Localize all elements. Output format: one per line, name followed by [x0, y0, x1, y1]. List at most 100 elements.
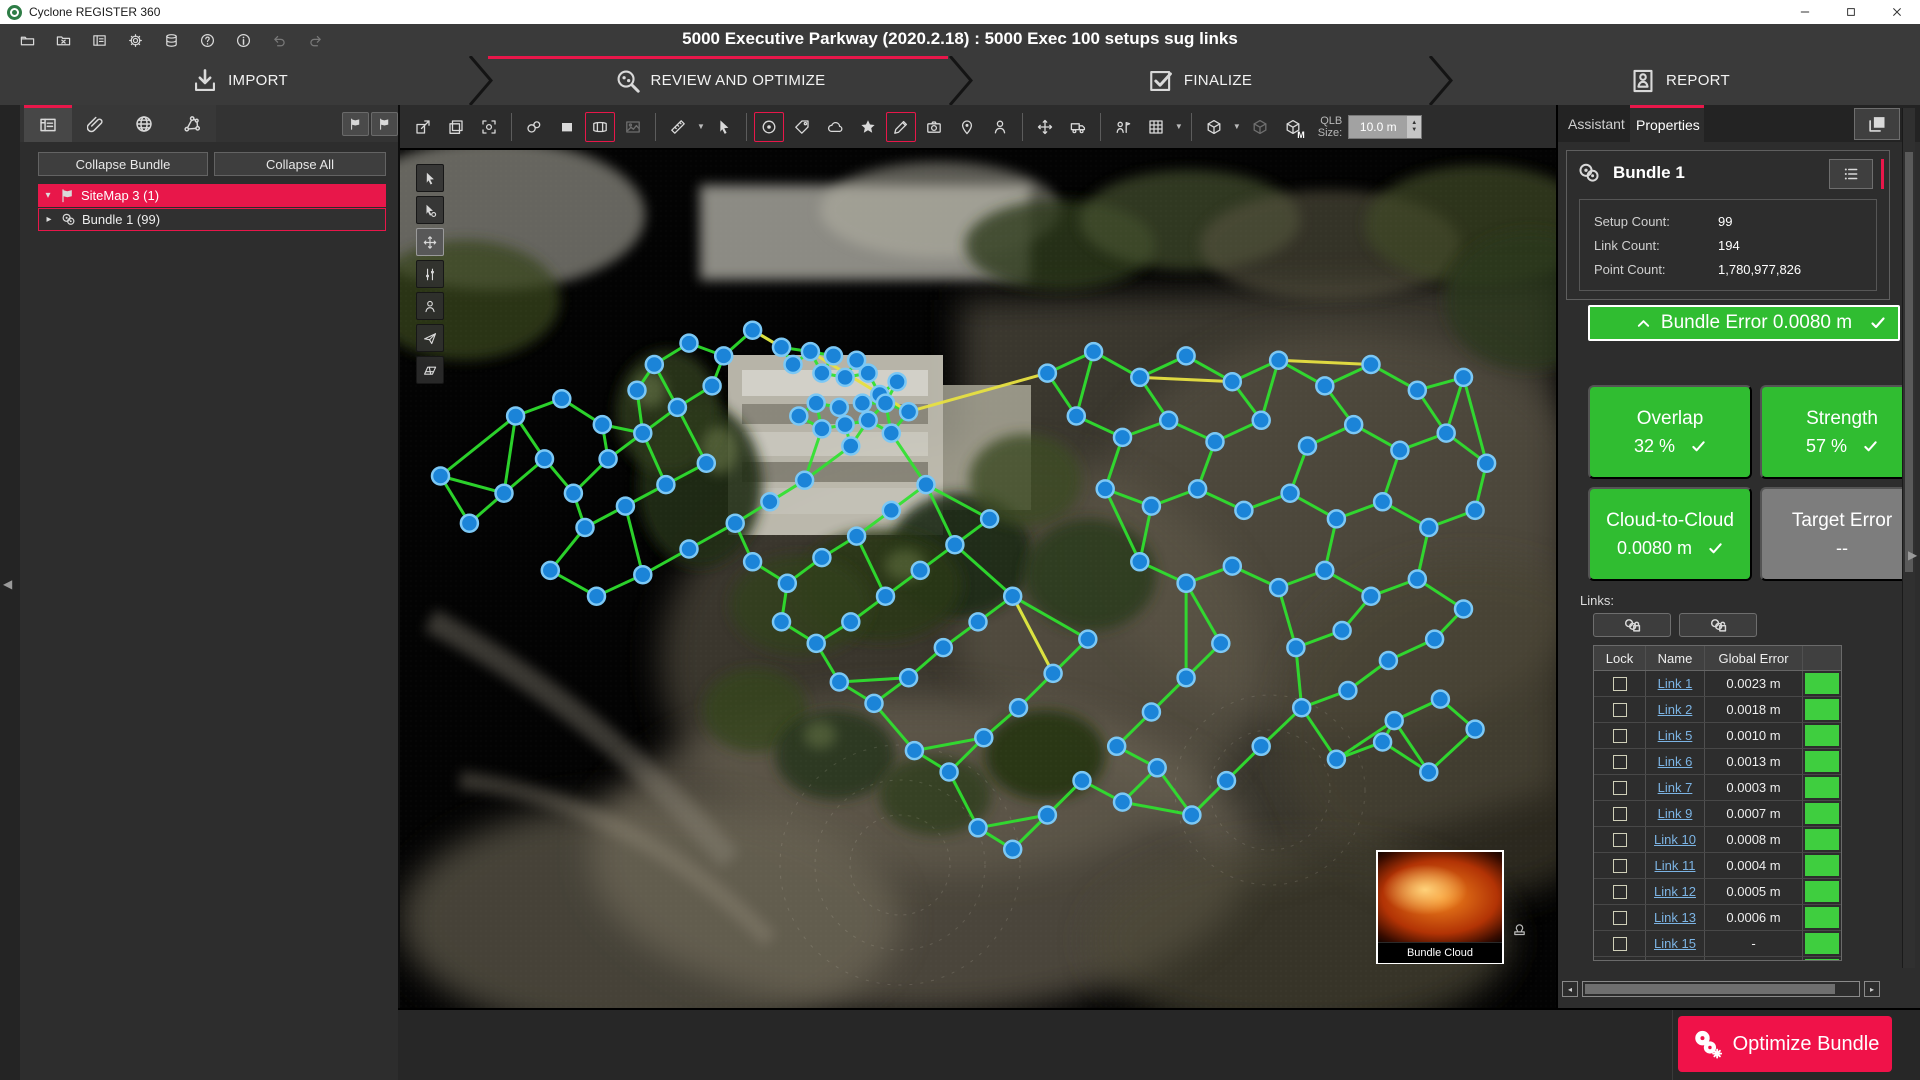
- link-name[interactable]: Link 15: [1654, 936, 1696, 951]
- pan-tool[interactable]: [416, 228, 444, 256]
- add-sitemap-button[interactable]: [342, 112, 369, 136]
- chevron-down-icon[interactable]: ▼: [1233, 122, 1241, 131]
- setup-positions[interactable]: [519, 112, 549, 142]
- add-tag[interactable]: [787, 112, 817, 142]
- snapshot-camera[interactable]: [919, 112, 949, 142]
- link-name[interactable]: Link 6: [1658, 754, 1693, 769]
- tile-strength[interactable]: Strength57 %: [1760, 385, 1902, 479]
- measure-tool[interactable]: [886, 112, 916, 142]
- tree-caret-icon[interactable]: ▸: [43, 214, 55, 225]
- add-cloud[interactable]: [820, 112, 850, 142]
- grid-options[interactable]: [1141, 112, 1171, 142]
- chevron-down-icon[interactable]: ▼: [1175, 122, 1183, 131]
- lock-checkbox[interactable]: [1613, 703, 1627, 717]
- add-target[interactable]: [754, 112, 784, 142]
- collapse-right-panel-button[interactable]: ▶: [1908, 548, 1917, 562]
- zoom-to-region[interactable]: [474, 112, 504, 142]
- workflow-tab-finalize[interactable]: FINALIZE: [960, 56, 1440, 105]
- link-name[interactable]: Link 2: [1658, 702, 1693, 717]
- link-name[interactable]: Link 7: [1658, 780, 1693, 795]
- panorama-view[interactable]: [585, 112, 615, 142]
- share-view[interactable]: [408, 112, 438, 142]
- lock-checkbox[interactable]: [1613, 833, 1627, 847]
- workflow-tab-report[interactable]: REPORT: [1440, 56, 1920, 105]
- add-location[interactable]: [952, 112, 982, 142]
- tab-assistant[interactable]: Assistant: [1562, 105, 1630, 142]
- tile-cloud-to-cloud[interactable]: Cloud-to-Cloud0.0080 m: [1588, 487, 1752, 581]
- lock-checkbox[interactable]: [1613, 677, 1627, 691]
- multi-select-tool[interactable]: [416, 196, 444, 224]
- scroll-left-button[interactable]: ◂: [1562, 981, 1578, 997]
- tab-properties[interactable]: Properties: [1630, 105, 1704, 142]
- link-name[interactable]: Link 9: [1658, 806, 1693, 821]
- measure-mode[interactable]: [663, 112, 693, 142]
- tree-item-sitemap-3-1-[interactable]: ▾SiteMap 3 (1): [38, 184, 386, 207]
- collapse-left-panel-button[interactable]: ◀: [3, 577, 12, 591]
- surveyor-marker[interactable]: [1108, 112, 1138, 142]
- workflow-tab-import[interactable]: IMPORT: [0, 56, 480, 105]
- panel-layout-button[interactable]: [1854, 108, 1900, 140]
- close-button[interactable]: [1874, 0, 1920, 24]
- bundle-menu-button[interactable]: [1829, 159, 1873, 189]
- tile-target-error[interactable]: Target Error--: [1760, 487, 1902, 581]
- ortho-view[interactable]: [552, 112, 582, 142]
- tree-item-bundle-1-99-[interactable]: ▸ Bundle 1 (99): [38, 208, 386, 231]
- qlb-size-spinner[interactable]: 10.0 m▲▼: [1348, 115, 1422, 139]
- add-landmark[interactable]: [853, 112, 883, 142]
- point-cloud-viewport[interactable]: Bundle Cloud: [400, 150, 1556, 1008]
- link-name[interactable]: Link 11: [1655, 858, 1696, 873]
- bundle-error-banner[interactable]: Bundle Error 0.0080 m: [1588, 305, 1900, 341]
- scrollbar-thumb[interactable]: [1585, 984, 1835, 994]
- optimize-bundle-button[interactable]: Optimize Bundle: [1678, 1016, 1892, 1072]
- tab-geo[interactable]: [120, 105, 168, 142]
- limit-box[interactable]: [1199, 112, 1229, 142]
- tree-caret-icon[interactable]: ▾: [42, 190, 54, 201]
- link-name[interactable]: Link 5: [1658, 728, 1693, 743]
- tab-sitemaps[interactable]: [168, 105, 216, 142]
- range-slider-tool[interactable]: [416, 260, 444, 288]
- panel-vertical-scrollbar[interactable]: [1902, 108, 1915, 968]
- link-name[interactable]: Link 13: [1654, 910, 1696, 925]
- lock-checkbox[interactable]: [1613, 885, 1627, 899]
- lock-checkbox[interactable]: [1613, 755, 1627, 769]
- collapse-bundle-button[interactable]: Collapse Bundle: [38, 152, 208, 176]
- fly-navigation-tool[interactable]: [416, 324, 444, 352]
- image-view[interactable]: [618, 112, 648, 142]
- lock-checkbox[interactable]: [1613, 937, 1627, 951]
- chevron-down-icon[interactable]: ▼: [697, 122, 705, 131]
- pedestrian-view-tool[interactable]: [416, 292, 444, 320]
- spinner-arrows-icon[interactable]: ▲▼: [1407, 116, 1421, 138]
- scroll-right-button[interactable]: ▸: [1864, 981, 1880, 997]
- limit-box-manager[interactable]: M: [1278, 112, 1308, 142]
- panel-scrollbar-thumb[interactable]: [1905, 152, 1913, 572]
- link-name[interactable]: Link 1: [1658, 676, 1693, 691]
- tab-attachments[interactable]: [72, 105, 120, 142]
- bundle-cloud-preview[interactable]: Bundle Cloud: [1376, 850, 1504, 964]
- vehicle-marker[interactable]: [1063, 112, 1093, 142]
- clone-window[interactable]: [441, 112, 471, 142]
- unlock-all-links-button[interactable]: [1679, 613, 1757, 637]
- add-sitemap-alt-button[interactable]: [371, 112, 398, 136]
- tab-project-tree[interactable]: [24, 105, 72, 142]
- tile-overlap[interactable]: Overlap32 %: [1588, 385, 1752, 479]
- workflow-tab-review-and-optimize[interactable]: REVIEW AND OPTIMIZE: [480, 56, 960, 105]
- select-tool[interactable]: [416, 164, 444, 192]
- tree-item-label: Bundle 1 (99): [82, 212, 160, 227]
- lock-all-links-button[interactable]: [1593, 613, 1671, 637]
- scrollbar-track[interactable]: [1582, 981, 1860, 997]
- reference-plane-tool[interactable]: [416, 356, 444, 384]
- link-name[interactable]: Link 10: [1654, 832, 1696, 847]
- link-name[interactable]: Link 12: [1654, 884, 1696, 899]
- lock-checkbox[interactable]: [1613, 781, 1627, 795]
- move-setup[interactable]: [1030, 112, 1060, 142]
- lock-checkbox[interactable]: [1613, 859, 1627, 873]
- collapse-all-button[interactable]: Collapse All: [214, 152, 386, 176]
- maximize-button[interactable]: [1828, 0, 1874, 24]
- limit-box-previous[interactable]: [1245, 112, 1275, 142]
- pick-mode[interactable]: [709, 112, 739, 142]
- lock-checkbox[interactable]: [1613, 807, 1627, 821]
- pedestrian-marker[interactable]: [985, 112, 1015, 142]
- lock-checkbox[interactable]: [1613, 911, 1627, 925]
- lock-checkbox[interactable]: [1613, 729, 1627, 743]
- minimize-button[interactable]: [1782, 0, 1828, 24]
